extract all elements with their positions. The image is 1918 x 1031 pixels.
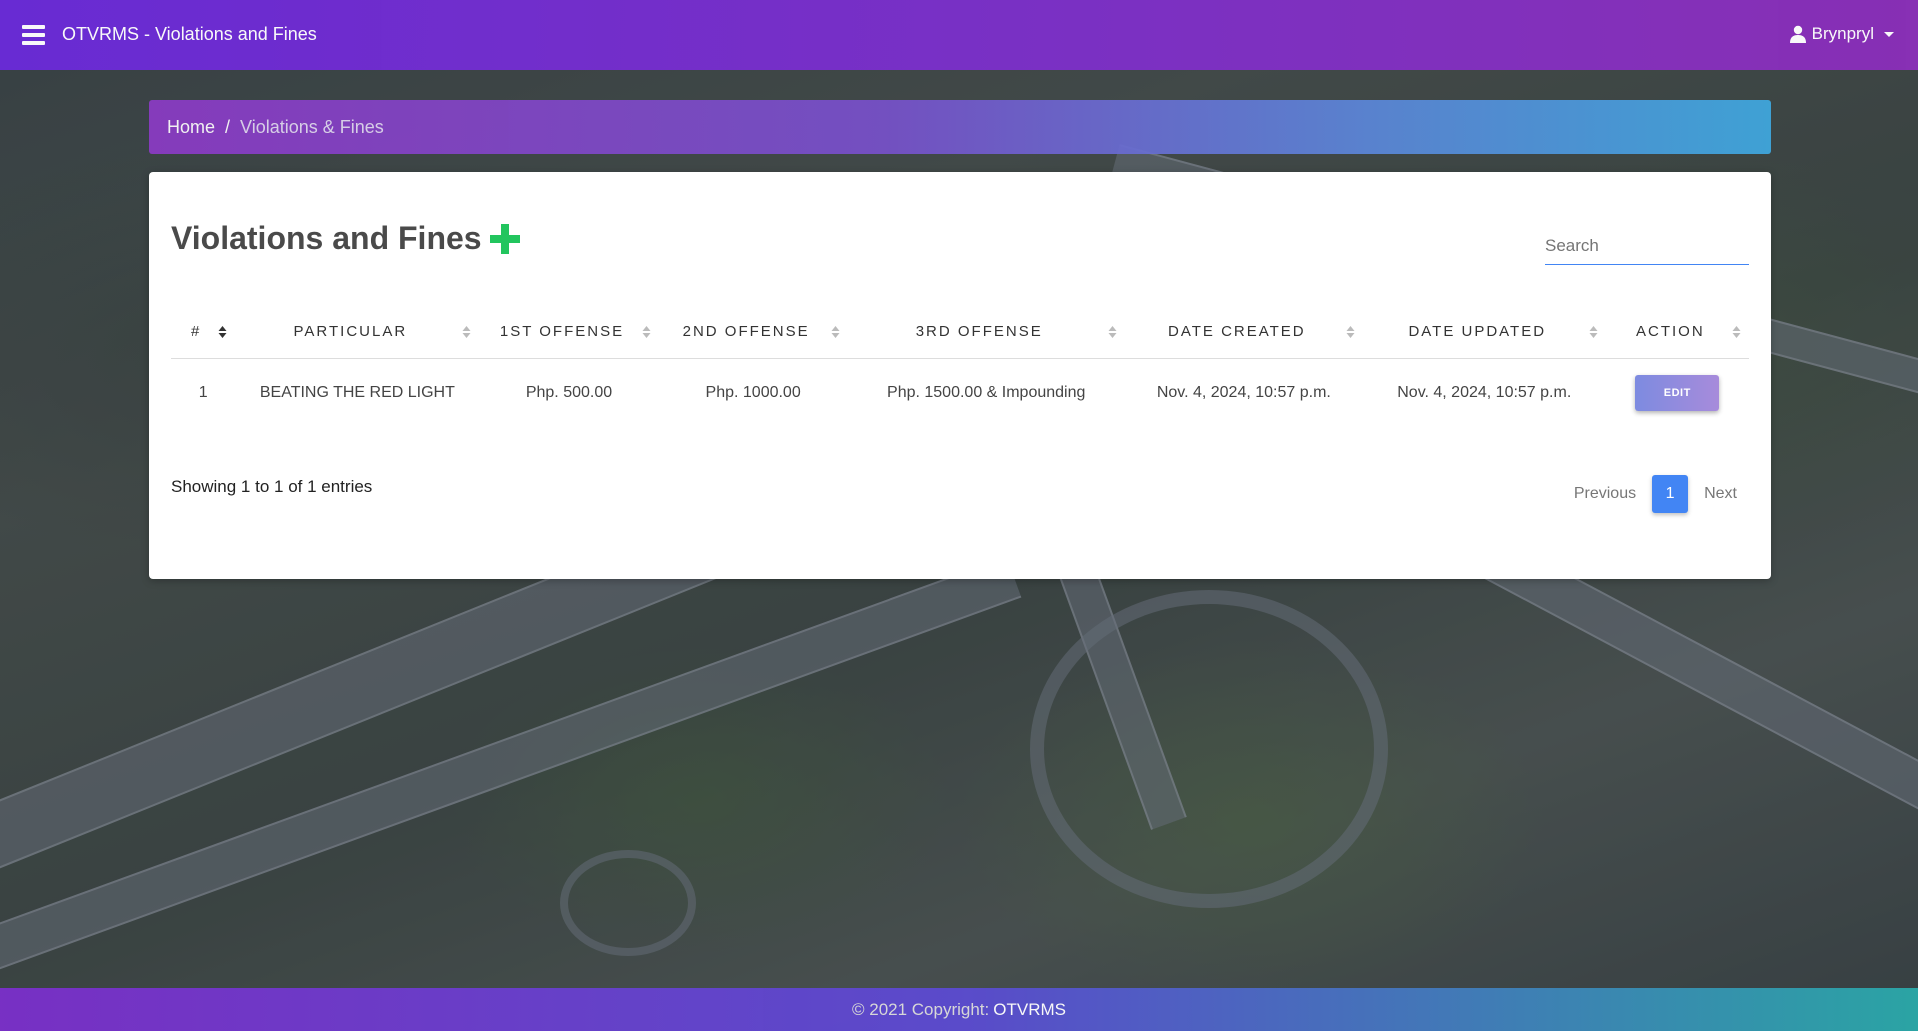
- cell-action: EDIT: [1606, 359, 1749, 428]
- edit-button[interactable]: EDIT: [1635, 375, 1720, 411]
- cell-second-offense: Php. 1000.00: [705, 384, 801, 401]
- search-wrap: [1545, 232, 1749, 265]
- sort-icon: [642, 326, 651, 338]
- cell-date-updated: Nov. 4, 2024, 10:57 p.m.: [1397, 384, 1572, 401]
- user-name: Brynpryl: [1811, 24, 1874, 43]
- user-menu-dropdown[interactable]: Brynpryl: [1789, 24, 1894, 44]
- sort-icon: [462, 326, 471, 338]
- cell-first-offense: Php. 500.00: [525, 384, 613, 401]
- page-title: Violations and Fines: [171, 220, 482, 256]
- cell-particular: BEATING THE RED LIGHT: [259, 384, 455, 401]
- chevron-down-icon: [1884, 31, 1894, 37]
- page: OTVRMS - Violations and Fines Brynpryl H…: [0, 0, 1918, 1031]
- column-header-first-offense[interactable]: 1ST OFFENSE: [479, 304, 659, 359]
- column-header-particular[interactable]: PARTICULAR: [235, 304, 480, 359]
- sort-icon: [1108, 326, 1117, 338]
- add-violation-plus-icon[interactable]: [489, 223, 520, 254]
- pagination-page-1[interactable]: 1: [1652, 475, 1689, 513]
- breadcrumb-current: Violations & Fines: [240, 116, 384, 137]
- violations-card: Violations and Fines # PARTICULAR: [149, 172, 1771, 579]
- sort-icon: [1589, 326, 1598, 338]
- column-header-date-updated[interactable]: DATE UPDATED: [1362, 304, 1606, 359]
- violations-table: # PARTICULAR 1ST OFFENSE 2ND OFFENSE 3RD…: [171, 304, 1749, 427]
- cell-date-created: Nov. 4, 2024, 10:57 p.m.: [1156, 384, 1331, 401]
- cell-number: 1: [198, 384, 208, 401]
- breadcrumb: Home / Violations & Fines: [149, 100, 1771, 154]
- pagination: Previous 1 Next: [1562, 475, 1749, 513]
- breadcrumb-separator: /: [225, 116, 231, 137]
- sort-icon: [1732, 326, 1741, 338]
- pagination-previous[interactable]: Previous: [1562, 479, 1648, 509]
- menu-toggle-icon[interactable]: [22, 25, 45, 45]
- cell-third-offense: Php. 1500.00 & Impounding: [887, 384, 1086, 401]
- pagination-next[interactable]: Next: [1692, 479, 1749, 509]
- sort-icon: [831, 326, 840, 338]
- column-header-number[interactable]: #: [171, 304, 236, 359]
- top-navbar: OTVRMS - Violations and Fines Brynpryl: [0, 0, 1918, 70]
- sort-ascending-icon: [218, 326, 227, 338]
- column-header-second-offense[interactable]: 2ND OFFENSE: [658, 304, 848, 359]
- sort-icon: [1346, 326, 1355, 338]
- user-icon: [1789, 25, 1806, 43]
- table-header-row: # PARTICULAR 1ST OFFENSE 2ND OFFENSE 3RD…: [171, 304, 1749, 359]
- search-input[interactable]: [1545, 232, 1749, 264]
- page-title-wrap: Violations and Fines: [171, 220, 520, 257]
- breadcrumb-home-link[interactable]: Home: [167, 117, 215, 138]
- column-header-date-created[interactable]: DATE CREATED: [1124, 304, 1363, 359]
- column-header-action[interactable]: ACTION: [1605, 304, 1749, 359]
- footer-copyright: © 2021 Copyright:: [851, 999, 990, 1019]
- table-row: 1 BEATING THE RED LIGHT Php. 500.00 Php.…: [171, 359, 1749, 428]
- footer: © 2021 Copyright: OTVRMS: [0, 988, 1918, 1031]
- app-title: OTVRMS - Violations and Fines: [62, 24, 317, 44]
- footer-brand-link[interactable]: OTVRMS: [993, 1000, 1066, 1020]
- entries-info: Showing 1 to 1 of 1 entries: [171, 477, 373, 496]
- column-header-third-offense[interactable]: 3RD OFFENSE: [847, 304, 1125, 359]
